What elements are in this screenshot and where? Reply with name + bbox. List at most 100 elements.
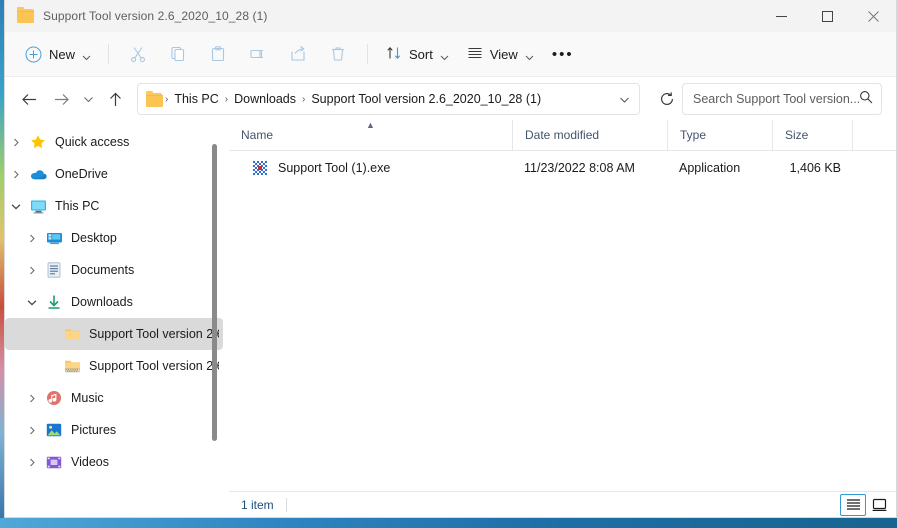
breadcrumb[interactable]: › This PC › Downloads › Support Tool ver… — [137, 83, 640, 115]
window-controls — [758, 0, 896, 32]
column-header-name[interactable]: ▲ Name — [229, 120, 512, 150]
forward-button[interactable] — [45, 83, 77, 115]
sidebar-item-support-tool-zip[interactable]: Support Tool version 2.6_202 — [5, 350, 223, 382]
cloud-icon — [27, 167, 49, 181]
monitor-icon — [27, 199, 49, 214]
breadcrumb-item-current-folder[interactable]: Support Tool version 2.6_2020_10_28 (1) — [306, 87, 546, 111]
paste-icon[interactable] — [198, 39, 238, 69]
sidebar-item-downloads[interactable]: Downloads — [5, 286, 223, 318]
sidebar-item-music[interactable]: Music — [5, 382, 223, 414]
file-rows: Support Tool (1).exe 11/23/2022 8:08 AM … — [229, 151, 896, 491]
file-type-cell: Application — [679, 161, 741, 175]
sidebar-item-pictures[interactable]: Pictures — [5, 414, 223, 446]
refresh-button[interactable] — [652, 84, 682, 114]
downloads-icon — [43, 294, 65, 310]
item-count-label: 1 item — [241, 497, 274, 512]
file-explorer-window: Support Tool version 2.6_2020_10_28 (1) … — [4, 0, 897, 518]
navigation-pane: Quick access OneDrive This PC Desktop Do… — [5, 121, 229, 517]
toolbar-divider-1 — [108, 44, 110, 64]
close-button[interactable] — [850, 0, 896, 32]
chevron-down-icon[interactable] — [21, 298, 43, 307]
videos-icon — [43, 456, 65, 469]
chevron-down-icon — [525, 50, 534, 60]
breadcrumb-dropdown-icon[interactable] — [611, 86, 637, 112]
sort-button[interactable]: Sort — [377, 39, 458, 69]
recent-locations-button[interactable] — [77, 83, 99, 115]
view-icon — [467, 45, 483, 64]
chevron-right-icon[interactable] — [21, 458, 43, 467]
sidebar-item-this-pc[interactable]: This PC — [5, 190, 223, 222]
ellipsis-icon: ••• — [551, 45, 574, 63]
share-icon[interactable] — [278, 39, 318, 69]
sidebar-item-quick-access[interactable]: Quick access — [5, 126, 223, 158]
plus-icon — [25, 46, 42, 63]
navigation-tree: Quick access OneDrive This PC Desktop Do… — [5, 121, 229, 478]
view-toggle-group — [840, 492, 896, 518]
cut-icon[interactable] — [118, 39, 158, 69]
column-header-label: Type — [680, 128, 707, 142]
sidebar-item-label: Downloads — [71, 295, 133, 309]
column-header-date-modified[interactable]: Date modified — [512, 120, 667, 150]
more-options-button[interactable]: ••• — [543, 39, 583, 69]
column-header-size[interactable]: Size — [772, 120, 852, 150]
search-icon[interactable] — [859, 90, 873, 109]
application-exe-icon — [252, 160, 268, 176]
explorer-body: Quick access OneDrive This PC Desktop Do… — [5, 120, 896, 518]
chevron-down-icon[interactable] — [5, 202, 27, 211]
window-title: Support Tool version 2.6_2020_10_28 (1) — [43, 9, 268, 23]
sidebar-item-documents[interactable]: Documents — [5, 254, 223, 286]
search-input[interactable] — [693, 92, 859, 106]
up-button[interactable] — [99, 83, 131, 115]
column-header-spacer — [852, 120, 896, 150]
minimize-button[interactable] — [758, 0, 804, 32]
navigation-scrollbar[interactable] — [209, 121, 221, 517]
sort-icon — [386, 45, 402, 64]
sidebar-item-support-tool-folder[interactable]: Support Tool version 2.6_202 — [5, 318, 223, 350]
breadcrumb-item-downloads[interactable]: Downloads — [229, 87, 301, 111]
sidebar-item-label: Desktop — [71, 231, 117, 245]
view-button[interactable]: View — [458, 39, 543, 69]
rename-icon[interactable] — [238, 39, 278, 69]
column-header-type[interactable]: Type — [667, 120, 772, 150]
sidebar-item-label: This PC — [55, 199, 100, 213]
sort-button-label: Sort — [409, 46, 433, 62]
back-button[interactable] — [13, 83, 45, 115]
details-view-button[interactable] — [840, 493, 866, 516]
large-icons-view-button[interactable] — [866, 494, 892, 516]
new-button[interactable]: New — [19, 39, 99, 69]
sidebar-item-label: Pictures — [71, 423, 117, 437]
chevron-right-icon[interactable] — [21, 394, 43, 403]
chevron-right-icon[interactable] — [21, 234, 43, 243]
copy-icon[interactable] — [158, 39, 198, 69]
breadcrumb-item-this-pc[interactable]: This PC — [169, 87, 223, 111]
sidebar-item-onedrive[interactable]: OneDrive — [5, 158, 223, 190]
delete-icon[interactable] — [318, 39, 358, 69]
folder-icon — [61, 327, 83, 341]
sidebar-item-videos[interactable]: Videos — [5, 446, 223, 478]
toolbar-divider-2 — [367, 44, 369, 64]
chevron-down-icon — [440, 50, 449, 60]
command-bar: New Sort View ••• — [5, 32, 896, 77]
sidebar-item-desktop[interactable]: Desktop — [5, 222, 223, 254]
file-name-label: Support Tool (1).exe — [278, 161, 391, 175]
chevron-right-icon[interactable] — [5, 138, 27, 147]
pictures-icon — [43, 423, 65, 437]
new-button-label: New — [49, 46, 76, 62]
zipped-folder-icon — [61, 359, 83, 374]
file-name-cell[interactable]: Support Tool (1).exe — [229, 160, 512, 176]
chevron-right-icon[interactable] — [5, 170, 27, 179]
navigation-scrollbar-thumb[interactable] — [212, 144, 217, 441]
music-icon — [43, 390, 65, 406]
file-size-cell: 1,406 KB — [789, 161, 841, 175]
sidebar-item-label: Videos — [71, 455, 109, 469]
maximize-button[interactable] — [804, 0, 850, 32]
sort-ascending-icon: ▲ — [366, 120, 375, 130]
star-icon — [27, 134, 49, 150]
table-row[interactable]: Support Tool (1).exe 11/23/2022 8:08 AM … — [229, 151, 896, 185]
chevron-right-icon[interactable] — [21, 426, 43, 435]
desktop-icon — [43, 231, 65, 245]
column-header-label: Size — [785, 128, 809, 142]
chevron-right-icon[interactable] — [21, 266, 43, 275]
search-box[interactable] — [682, 83, 882, 115]
desktop-background-bottom — [0, 518, 897, 528]
